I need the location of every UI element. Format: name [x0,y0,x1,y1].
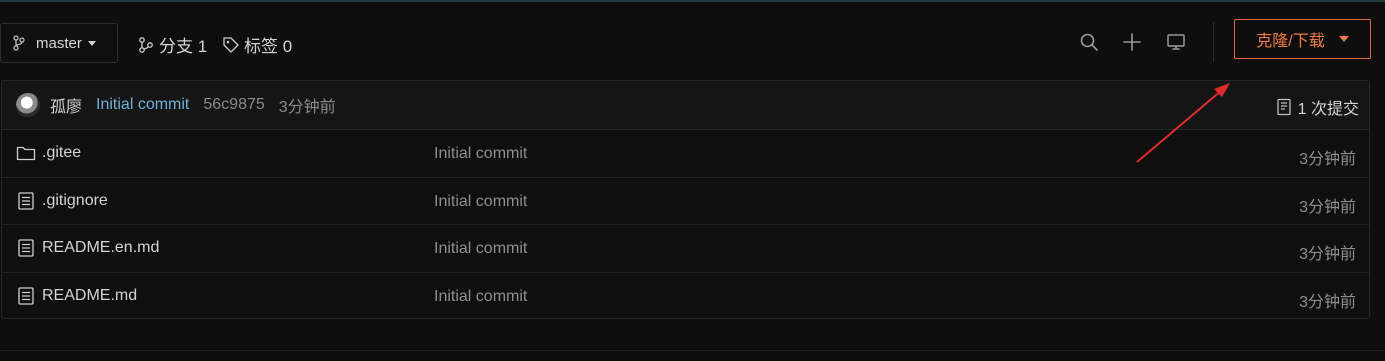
top-accent-line [0,0,1385,2]
avatar[interactable] [16,93,40,117]
commit-sha[interactable]: 56c9875 [203,96,264,114]
file-row[interactable]: .gitee Initial commit 3分钟前 [2,130,1369,178]
file-row[interactable]: .gitignore Initial commit 3分钟前 [2,178,1369,225]
file-name-link[interactable]: .gitignore [16,192,108,210]
file-row[interactable]: README.en.md Initial commit 3分钟前 [2,225,1369,273]
clone-download-button[interactable]: 克隆/下载 [1234,19,1371,59]
branches-count-label: 分支 1 [159,37,208,56]
chevron-down-icon [1338,36,1349,42]
branch-select-button[interactable]: master [0,23,118,63]
file-name-link[interactable]: README.md [16,287,137,305]
file-list-panel: 孤廖 Initial commit 56c9875 3分钟前 1 次提交 .gi… [1,80,1370,319]
commit-message-link[interactable]: Initial commit [96,96,189,114]
branch-name: master [36,34,82,52]
file-commit-time: 3分钟前 [1299,246,1356,263]
file-commit-message[interactable]: Initial commit [434,288,527,306]
commit-count-link[interactable]: 1 次提交 [1276,95,1359,119]
file-name: .gitignore [42,191,108,209]
toolbar-divider [1213,22,1214,62]
monitor-icon[interactable] [1165,31,1187,53]
git-branch-icon [13,35,25,51]
file-name-link[interactable]: README.en.md [16,239,159,257]
commit-time: 3分钟前 [278,99,336,116]
file-commit-time: 3分钟前 [1299,293,1356,311]
chevron-down-icon [87,40,96,46]
file-name: README.md [42,286,138,304]
section-divider [0,350,1385,351]
file-name-link[interactable]: .gitee [16,144,81,162]
file-commit-message[interactable]: Initial commit [434,240,527,258]
branch-icon [139,36,153,53]
file-icon [18,239,34,257]
file-commit-message[interactable]: Initial commit [434,145,527,163]
tags-link[interactable]: 标签 0 [222,32,292,57]
commit-count-label: 1 次提交 [1297,101,1359,118]
file-name: .gitee [42,144,82,161]
commit-author[interactable]: 孤廖 [50,93,82,117]
file-row[interactable]: README.md Initial commit 3分钟前 [2,273,1369,321]
repo-toolbar: master 分支 1 标签 0 克隆/下载 [0,19,1385,64]
tags-count-label: 标签 0 [244,37,293,56]
file-commit-time: 3分钟前 [1299,151,1356,168]
file-commit-time: 3分钟前 [1299,198,1356,216]
search-icon[interactable] [1078,31,1100,53]
plus-icon[interactable] [1121,31,1143,53]
file-commit-message[interactable]: Initial commit [434,193,527,211]
latest-commit-bar: 孤廖 Initial commit 56c9875 3分钟前 1 次提交 [2,81,1369,130]
commit-book-icon [1276,98,1291,116]
file-icon [18,286,34,305]
folder-icon [16,146,36,161]
file-icon [18,191,34,210]
file-name: README.en.md [42,239,160,256]
tag-icon [223,36,239,53]
clone-download-label: 克隆/下载 [1256,33,1325,50]
branches-link[interactable]: 分支 1 [137,32,207,57]
